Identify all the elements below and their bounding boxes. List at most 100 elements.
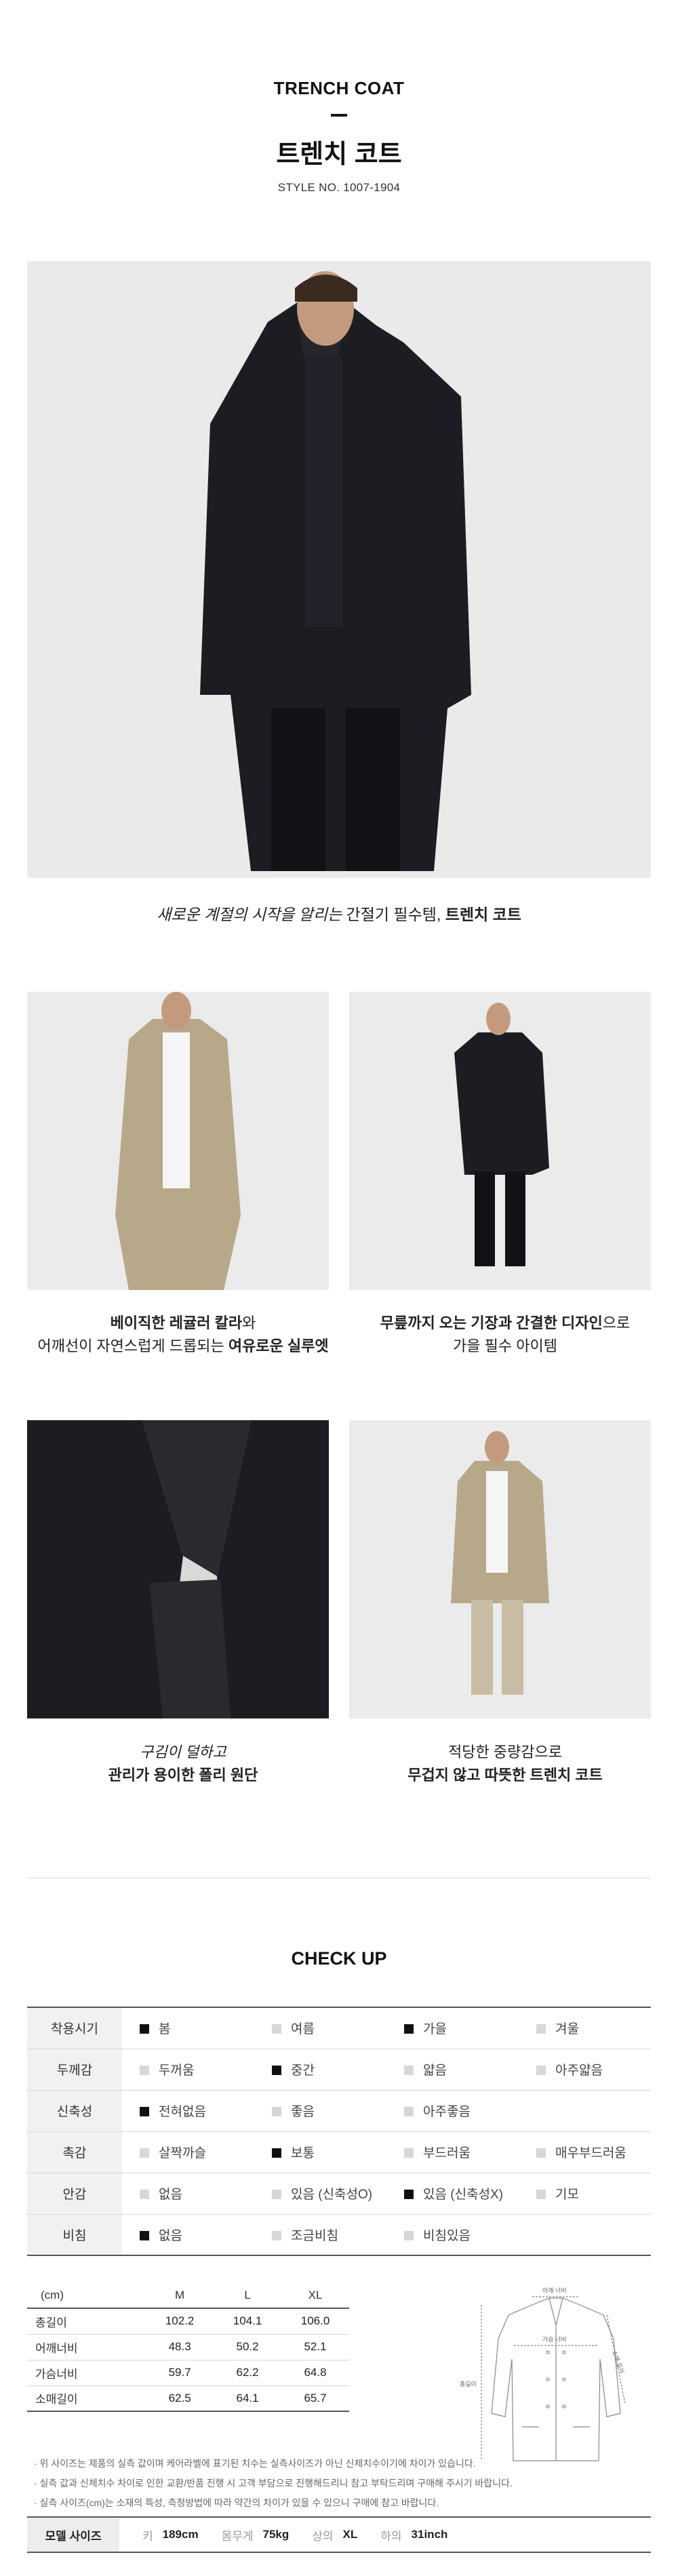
size-value: 104.1	[214, 2308, 282, 2335]
style-number: STYLE NO. 1007-1904	[277, 181, 401, 194]
checkup-row: 비침 없음 조금비침 비침있음	[27, 2214, 651, 2256]
detail-2-bold: 무릎까지 오는 기장과 간결한 디자인	[380, 1314, 603, 1331]
checkup-option-label: 아주얇음	[555, 2064, 603, 2078]
model-height-label: 키	[142, 2529, 153, 2543]
model-bottom-label: 하의	[380, 2529, 402, 2543]
detail-3-bold: 관리가 용이한 폴리 원단	[108, 1767, 258, 1784]
size-row-label: 가슴너비	[27, 2360, 146, 2386]
main-caption-bold: 트렌치 코트	[445, 906, 521, 923]
unchecked-box-icon	[272, 2024, 281, 2034]
unchecked-box-icon	[536, 2190, 546, 2199]
checkup-empty-cell	[519, 2214, 651, 2256]
size-row: 소매길이 62.5 64.1 65.7	[27, 2386, 349, 2412]
detail-1-line2: 어깨선이 자연스럽게 드롭되는	[37, 1337, 228, 1354]
checkup-option: 있음 (신축성X)	[386, 2173, 519, 2215]
note-2: · 실측 값과 신체치수 차이로 인한 교환/반품 진행 시 고객 부담으로 진…	[34, 2478, 513, 2489]
checkup-empty-cell	[519, 2090, 651, 2132]
checkup-row: 촉감 살짝까슬 보통 부드러움 매우부드러움	[27, 2131, 651, 2173]
checkup-option-label: 봄	[159, 2022, 171, 2037]
checked-box-icon	[404, 2190, 414, 2199]
title-ko: 트렌치 코트	[276, 140, 402, 169]
size-row-label: 소매길이	[27, 2386, 146, 2412]
checkup-option: 아주좋음	[386, 2090, 519, 2132]
checkup-option-label: 가을	[423, 2022, 447, 2037]
unchecked-box-icon	[140, 2066, 149, 2075]
size-value: 48.3	[146, 2334, 214, 2360]
checkup-option: 얇음	[386, 2049, 519, 2091]
checkup-option: 조금비침	[254, 2214, 386, 2256]
checkup-option: 있음 (신축성O)	[254, 2173, 386, 2215]
detail-caption-1: 베이직한 레귤러 칼라와 어깨선이 자연스럽게 드롭되는 여유로운 실루엣	[27, 1312, 339, 1358]
checkup-option: 보통	[254, 2131, 386, 2173]
title-en: TRENCH COAT	[273, 78, 405, 98]
detail-4-bold: 무겁지 않고 따뜻한 트렌치 코트	[407, 1767, 603, 1784]
checked-box-icon	[140, 2230, 149, 2240]
model-weight-label: 몸무게	[221, 2529, 254, 2543]
unchecked-box-icon	[536, 2066, 546, 2075]
hero-photo	[27, 261, 651, 878]
checkup-row-label: 안감	[27, 2173, 122, 2215]
detail-4-normal: 적당한 중량감으로	[447, 1744, 563, 1760]
size-table: (cm) M L XL 총길이 102.2 104.1 106.0 어깨너비 48.3 50…	[27, 2282, 349, 2412]
size-value: 50.2	[214, 2334, 282, 2360]
size-row: 가슴너비 59.7 62.2 64.8	[27, 2360, 349, 2386]
model-top-label: 상의	[312, 2529, 334, 2543]
checked-box-icon	[140, 2024, 149, 2034]
detail-caption-4: 적당한 중량감으로 무겁지 않고 따뜻한 트렌치 코트	[349, 1741, 661, 1787]
checkup-option: 여름	[254, 2007, 386, 2049]
checkup-option: 없음	[122, 2173, 254, 2215]
model-size-title: 모델 사이즈	[27, 2518, 119, 2552]
size-value: 62.5	[146, 2386, 214, 2412]
unchecked-box-icon	[140, 2190, 149, 2199]
checkup-row-label: 착용시기	[27, 2007, 122, 2049]
detail-2-line2: 가을 필수 아이템	[453, 1337, 557, 1354]
checkup-option: 두꺼움	[122, 2049, 254, 2091]
checkup-row: 착용시기 봄 여름 가을 겨울	[27, 2007, 651, 2049]
checkup-option-label: 살짝까슬	[159, 2146, 206, 2160]
size-col-xl: XL	[281, 2282, 349, 2309]
checkup-row-label: 신축성	[27, 2090, 122, 2132]
diagram-label-chest: 가슴 너비	[542, 2336, 567, 2343]
checkup-option-label: 있음 (신축성X)	[423, 2188, 504, 2202]
product-header: TRENCH COAT 트렌치 코트 STYLE NO. 1007-1904	[0, 78, 678, 195]
detail-1-line2-bold: 여유로운 실루엣	[228, 1337, 329, 1354]
checkup-row: 안감 없음 있음 (신축성O) 있음 (신축성X) 기모	[27, 2173, 651, 2215]
size-row-label: 어깨너비	[27, 2334, 146, 2360]
model-height: 189cm	[162, 2528, 199, 2541]
size-notes: · 위 사이즈는 제품의 실측 값이며 케어라벨에 표기된 치수는 실측사이즈가…	[34, 2454, 644, 2513]
checked-box-icon	[272, 2148, 281, 2158]
detail-photo-fabric-closeup	[27, 1420, 329, 1718]
size-value: 65.7	[281, 2386, 349, 2412]
checkup-option-label: 비침있음	[423, 2228, 471, 2243]
detail-1-bold: 베이직한 레귤러 칼라	[110, 1314, 243, 1331]
checkup-option: 중간	[254, 2049, 386, 2091]
checkup-option-label: 부드러움	[423, 2146, 471, 2160]
checkup-option-label: 없음	[159, 2188, 182, 2202]
size-row-label: 총길이	[27, 2308, 146, 2335]
unchecked-box-icon	[404, 2066, 414, 2075]
checkup-option: 살짝까슬	[122, 2131, 254, 2173]
checkup-option-label: 없음	[159, 2228, 182, 2243]
checkup-option: 없음	[122, 2214, 254, 2256]
detail-1-normal: 와	[242, 1314, 256, 1331]
checkup-option-label: 중간	[291, 2064, 315, 2078]
detail-photo-beige-walking	[349, 1420, 651, 1718]
checkup-option-label: 보통	[291, 2146, 315, 2160]
checkup-option-label: 전혀없음	[159, 2105, 206, 2119]
checkup-row: 두께감 두꺼움 중간 얇음 아주얇음	[27, 2049, 651, 2091]
size-row: 어깨너비 48.3 50.2 52.1	[27, 2334, 349, 2360]
main-caption-italic: 새로운 계절의 시작을 알리는	[157, 906, 342, 923]
checkup-table: 착용시기 봄 여름 가을 겨울 두께감 두꺼움 중간 얇음 아주얇음 신축성 전혀없음 좋음 아주좋음 촉감…	[27, 2007, 651, 2256]
size-value: 64.1	[214, 2386, 282, 2412]
unchecked-box-icon	[272, 2230, 281, 2240]
checkup-option: 아주얇음	[519, 2049, 651, 2091]
checked-box-icon	[404, 2024, 414, 2034]
unchecked-box-icon	[536, 2024, 546, 2034]
checkup-option: 겨울	[519, 2007, 651, 2049]
diagram-label-length: 총길이	[460, 2381, 477, 2388]
size-value: 52.1	[281, 2334, 349, 2360]
checkup-option-label: 두꺼움	[159, 2064, 195, 2078]
main-caption-normal: 간절기 필수템,	[342, 906, 445, 923]
checkup-row-label: 촉감	[27, 2131, 122, 2173]
unchecked-box-icon	[272, 2107, 281, 2116]
